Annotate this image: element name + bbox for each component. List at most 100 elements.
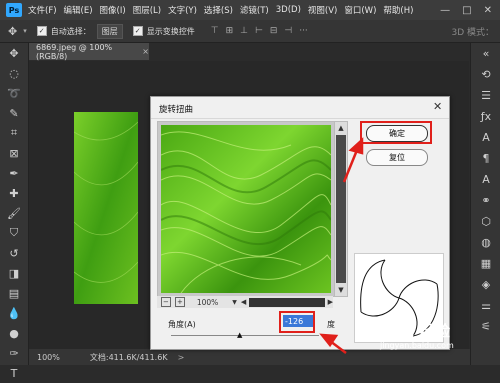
menu-type[interactable]: 文字(Y) — [168, 4, 197, 16]
zoom-in-button[interactable]: + — [174, 297, 185, 307]
menu-help[interactable]: 帮助(H) — [383, 4, 413, 16]
window-controls: — □ ✕ — [440, 5, 500, 16]
channels-icon[interactable]: ⚌ — [471, 295, 500, 316]
layers-icon[interactable]: ◈ — [471, 274, 500, 295]
frame-tool-icon[interactable]: ⊠ — [0, 143, 28, 163]
angle-unit: 度 — [327, 320, 335, 329]
align-left-icon[interactable]: ⊢ — [255, 26, 263, 36]
move-tool-icon[interactable]: ✥ — [8, 25, 17, 38]
angle-slider-thumb[interactable]: ▲ — [237, 331, 242, 339]
more-options-icon[interactable]: ··· — [299, 26, 308, 36]
right-panel-dock: « ⟲ ☰ ƒx A ¶ A ⚭ ⬡ ◍ ▦ ◈ ⚌ ⚟ — [470, 43, 500, 365]
show-transform-checkbox[interactable]: ✓ — [132, 26, 143, 36]
status-zoom[interactable]: 100% — [37, 353, 60, 362]
collapse-icon[interactable]: « — [471, 43, 500, 64]
scroll-up-icon[interactable]: ▲ — [335, 122, 347, 134]
align-center-icon[interactable]: ⊟ — [270, 26, 278, 36]
status-menu-icon[interactable]: > — [178, 353, 185, 362]
dodge-tool-icon[interactable]: ● — [0, 323, 28, 343]
menu-edit[interactable]: 编辑(E) — [64, 4, 93, 16]
blur-tool-icon[interactable]: 💧 — [0, 303, 28, 323]
brush-tool-icon[interactable]: 🖌 — [0, 203, 28, 223]
auto-select-dropdown[interactable]: 图层 — [96, 23, 123, 39]
preview-vertical-scrollbar[interactable]: ▲ ▼ — [334, 121, 348, 297]
align-bottom-icon[interactable]: ⊥ — [240, 26, 248, 36]
close-icon[interactable]: ✕ — [433, 100, 442, 113]
menu-3d[interactable]: 3D(D) — [276, 5, 301, 15]
zoom-value[interactable]: 100% — [197, 298, 218, 307]
status-bar: 100% 文档:411.6K/411.6K > — [29, 349, 470, 365]
menu-file[interactable]: 文件(F) — [28, 4, 57, 16]
3d-mode-label: 3D 模式： — [451, 27, 494, 38]
zoom-dropdown-icon[interactable]: ▼ — [232, 299, 237, 306]
close-icon[interactable]: × — [142, 47, 149, 56]
color-icon[interactable]: ◍ — [471, 232, 500, 253]
eraser-tool-icon[interactable]: ◨ — [0, 263, 28, 283]
properties-icon[interactable]: ⚟ — [471, 316, 500, 337]
document-tab[interactable]: 6869.jpeg @ 100%(RGB/8) × — [29, 42, 149, 61]
align-buttons: ⊤ ⊞ ⊥ ⊢ ⊟ ⊣ ··· — [211, 26, 308, 36]
twirl-dialog: 旋转扭曲 ✕ ▲ ▼ − + 100% ▼ ◀ ▶ 确定 复位 角度(A) -1… — [150, 96, 450, 350]
history-icon[interactable]: ⟲ — [471, 64, 500, 85]
scroll-down-icon[interactable]: ▼ — [335, 284, 347, 296]
adjust-icon[interactable]: ☰ — [471, 85, 500, 106]
preview-zoom-bar: − + 100% ▼ ◀ ▶ — [157, 296, 333, 308]
scroll-right-icon[interactable]: ▶ — [328, 298, 333, 306]
pen-tool-icon[interactable]: ✑ — [0, 343, 28, 363]
gradient-tool-icon[interactable]: ▤ — [0, 283, 28, 303]
menu-layer[interactable]: 图层(L) — [133, 4, 161, 16]
dialog-divider — [151, 118, 449, 119]
auto-select-checkbox[interactable]: ✓ — [36, 26, 47, 36]
auto-select-label: 自动选择： — [50, 26, 91, 36]
baidu-watermark-url: jingyan.baidu.com — [380, 341, 454, 350]
paths-icon[interactable]: ⚭ — [471, 190, 500, 211]
maximize-icon[interactable]: □ — [462, 5, 471, 16]
preview-image[interactable] — [161, 125, 331, 293]
reset-button[interactable]: 复位 — [366, 149, 428, 166]
swatches-icon[interactable]: ▦ — [471, 253, 500, 274]
menu-window[interactable]: 窗口(W) — [344, 4, 376, 16]
character-icon[interactable]: A — [471, 169, 500, 190]
menu-bar: Ps 文件(F) 编辑(E) 图像(I) 图层(L) 文字(Y) 选择(S) 滤… — [0, 0, 500, 20]
angle-highlight-box — [279, 311, 315, 333]
menu-image[interactable]: 图像(I) — [100, 4, 126, 16]
align-top-icon[interactable]: ⊤ — [211, 26, 219, 36]
scroll-thumb[interactable] — [336, 135, 346, 283]
show-transform-label: 显示变换控件 — [146, 26, 195, 36]
minimize-icon[interactable]: — — [440, 5, 450, 16]
menu-view[interactable]: 视图(V) — [308, 4, 337, 16]
pilcrow-icon[interactable]: ¶ — [471, 148, 500, 169]
crop-tool-icon[interactable]: ⌗ — [0, 123, 28, 143]
healing-brush-tool-icon[interactable]: ✚ — [0, 183, 28, 203]
align-right-icon[interactable]: ⊣ — [284, 26, 292, 36]
3d-icon[interactable]: ⬡ — [471, 211, 500, 232]
preview-frame — [157, 121, 335, 297]
history-brush-tool-icon[interactable]: ↺ — [0, 243, 28, 263]
clone-stamp-tool-icon[interactable]: ⛉ — [0, 223, 28, 243]
type-tool-icon[interactable]: T — [0, 363, 28, 383]
dialog-title: 旋转扭曲 — [159, 105, 194, 115]
fx-icon[interactable]: ƒx — [471, 106, 500, 127]
paragraph-icon[interactable]: A — [471, 127, 500, 148]
angle-slider-track[interactable] — [171, 335, 319, 336]
ok-highlight-box — [360, 121, 432, 144]
move-tool-icon[interactable]: ✥ — [0, 43, 28, 63]
align-middle-icon[interactable]: ⊞ — [226, 26, 234, 36]
zoom-out-button[interactable]: − — [161, 297, 171, 307]
lasso-tool-icon[interactable]: ➰ — [0, 83, 28, 103]
tool-preset-dropdown-icon[interactable]: ▾ — [23, 27, 27, 35]
menu-select[interactable]: 选择(S) — [204, 4, 233, 16]
scroll-left-icon[interactable]: ◀ — [241, 298, 246, 306]
eyedropper-tool-icon[interactable]: ✒ — [0, 163, 28, 183]
photoshop-logo: Ps — [6, 3, 22, 17]
marquee-tool-icon[interactable]: ◌ — [0, 63, 28, 83]
quick-select-tool-icon[interactable]: ✎ — [0, 103, 28, 123]
menu-filter[interactable]: 滤镜(T) — [240, 4, 269, 16]
document-tab-title: 6869.jpeg @ 100%(RGB/8) — [36, 42, 113, 61]
status-doc-info: 文档:411.6K/411.6K — [89, 352, 168, 362]
preview-horizontal-scrollbar[interactable] — [249, 297, 325, 307]
tools-panel: ✥ ◌ ➰ ✎ ⌗ ⊠ ✒ ✚ 🖌 ⛉ ↺ ◨ ▤ 💧 ● ✑ T — [0, 43, 29, 380]
document-image — [74, 112, 138, 304]
baidu-watermark: Bai 经验 — [388, 322, 450, 340]
close-icon[interactable]: ✕ — [484, 5, 492, 16]
